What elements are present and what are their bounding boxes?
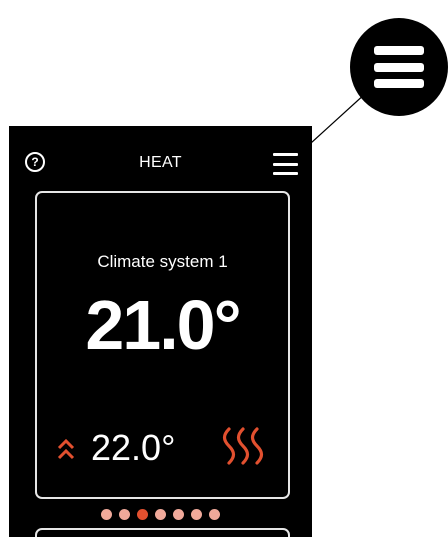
page-dot[interactable] <box>119 509 130 520</box>
top-bar: ? HEAT <box>9 126 312 196</box>
page-indicator[interactable] <box>9 509 312 520</box>
page-dot-active[interactable] <box>137 509 148 520</box>
page-dot[interactable] <box>155 509 166 520</box>
current-temperature: 21.0° <box>85 286 241 364</box>
climate-system-card[interactable]: Climate system 1 21.0° 22.0° <box>35 191 290 499</box>
heat-waves-icon <box>222 427 264 465</box>
menu-icon-magnified <box>374 46 424 88</box>
device-screen: ? HEAT Climate system 1 21.0° 22.0° <box>9 126 312 537</box>
set-temperature: 22.0° <box>91 427 176 468</box>
page-dot[interactable] <box>101 509 112 520</box>
page-dot[interactable] <box>173 509 184 520</box>
next-card-peek <box>35 528 290 537</box>
page-dot[interactable] <box>191 509 202 520</box>
manual-illustration: ? HEAT Climate system 1 21.0° 22.0° <box>0 0 448 537</box>
set-temperature-row[interactable]: 22.0° <box>37 426 288 470</box>
page-title: HEAT <box>139 154 182 171</box>
climate-system-label: Climate system 1 <box>97 252 228 271</box>
page-dot[interactable] <box>209 509 220 520</box>
menu-callout-magnifier <box>350 18 448 116</box>
double-chevron-up-icon[interactable] <box>57 438 75 460</box>
menu-icon[interactable] <box>273 153 298 175</box>
